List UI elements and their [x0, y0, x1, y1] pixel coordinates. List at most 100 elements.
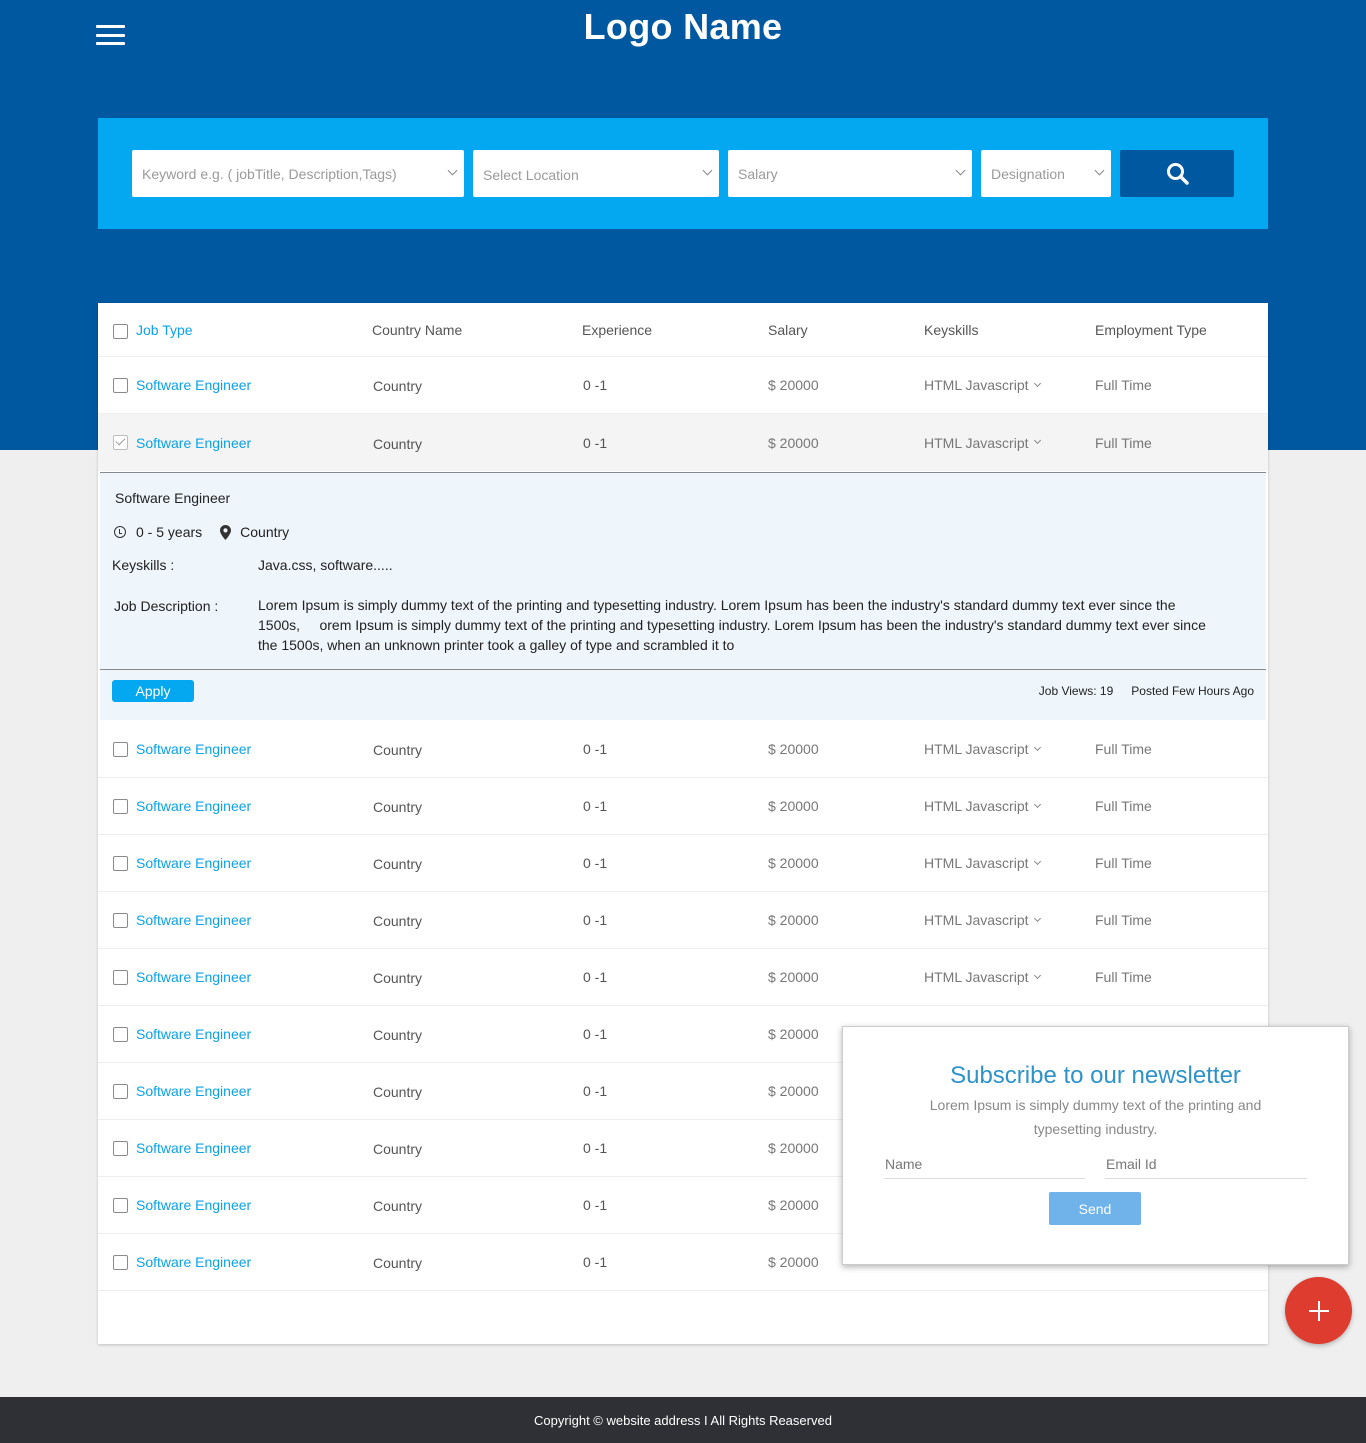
job-title-link[interactable]: Software Engineer: [136, 357, 251, 413]
apply-button[interactable]: Apply: [112, 680, 194, 702]
designation-select[interactable]: Designation: [981, 150, 1111, 197]
description-label: Job Description :: [114, 598, 219, 614]
column-header-keyskills: Keyskills: [924, 321, 979, 338]
job-title-link[interactable]: Software Engineer: [136, 1234, 251, 1290]
chevron-down-icon: [1033, 971, 1041, 979]
column-header-job-type[interactable]: Job Type: [136, 303, 193, 356]
job-country: Country: [373, 435, 423, 452]
job-title-link[interactable]: Software Engineer: [136, 1006, 251, 1062]
keyskills-text: HTML Javascript: [924, 855, 1029, 871]
keyskills-text: HTML Javascript: [924, 798, 1029, 814]
row-checkbox[interactable]: [113, 1027, 128, 1042]
row-checkbox[interactable]: [113, 378, 128, 393]
newsletter-popup: Subscribe to our newsletter Lorem Ipsum …: [842, 1026, 1349, 1265]
employment-type: Full Time: [1095, 855, 1152, 871]
job-experience: 0 -1: [583, 377, 608, 393]
table-row[interactable]: Software Engineer Country 0 -1 $ 20000 HTML …: [98, 835, 1268, 892]
keyskills-text: HTML Javascript: [924, 912, 1029, 928]
job-salary: $ 20000: [768, 434, 819, 451]
job-title-link[interactable]: Software Engineer: [136, 721, 251, 777]
job-country: Country: [373, 1255, 423, 1271]
newsletter-email-input[interactable]: [1105, 1149, 1307, 1179]
keyskills-text: HTML Javascript: [924, 434, 1029, 451]
newsletter-name-input[interactable]: [884, 1149, 1085, 1179]
job-stats: Job Views: 19 Posted Few Hours Ago: [1039, 684, 1254, 698]
table-row[interactable]: Software Engineer Country 0 -1 $ 20000 HTML …: [98, 357, 1268, 414]
keyskills-dropdown[interactable]: HTML Javascript: [924, 414, 1041, 471]
employment-type: Full Time: [1095, 377, 1152, 393]
location-select[interactable]: Select Location: [473, 150, 719, 197]
designation-select-label: Designation: [991, 165, 1065, 182]
newsletter-title: Subscribe to our newsletter: [950, 1062, 1241, 1089]
row-checkbox[interactable]: [113, 856, 128, 871]
table-row[interactable]: Software Engineer Country 0 -1 $ 20000 HTML …: [98, 414, 1268, 471]
job-experience: 0 -1: [583, 434, 608, 451]
column-header-salary: Salary: [768, 321, 808, 338]
row-checkbox[interactable]: [113, 1255, 128, 1270]
job-title-link[interactable]: Software Engineer: [136, 835, 251, 891]
job-title-link[interactable]: Software Engineer: [136, 778, 251, 834]
keyskills-dropdown[interactable]: HTML Javascript: [924, 892, 1041, 948]
job-experience: 0 -1: [583, 1083, 608, 1099]
keyskills-dropdown[interactable]: HTML Javascript: [924, 357, 1041, 413]
job-title-link[interactable]: Software Engineer: [136, 1063, 251, 1119]
chevron-down-icon: [447, 165, 458, 176]
detail-experience: 0 - 5 years: [136, 524, 203, 540]
keyskills-text: HTML Javascript: [924, 969, 1029, 985]
chevron-down-icon: [1094, 165, 1105, 176]
row-checkbox[interactable]: [113, 742, 128, 757]
row-checkbox[interactable]: [113, 913, 128, 928]
detail-footer: Apply Job Views: 19 Posted Few Hours Ago: [100, 669, 1266, 721]
keyskills-dropdown[interactable]: HTML Javascript: [924, 778, 1041, 834]
search-bar: Keyword e.g. ( jobTitle, Description,Tag…: [98, 118, 1268, 229]
logo: Logo Name: [583, 6, 783, 47]
job-title-link[interactable]: Software Engineer: [136, 1177, 251, 1233]
job-experience: 0 -1: [583, 855, 608, 871]
row-checkbox[interactable]: [113, 1198, 128, 1213]
job-country: Country: [373, 1084, 423, 1100]
select-all-checkbox[interactable]: [113, 324, 128, 339]
table-row[interactable]: Software Engineer Country 0 -1 $ 20000 HTML …: [98, 892, 1268, 949]
keyword-select[interactable]: Keyword e.g. ( jobTitle, Description,Tag…: [132, 150, 464, 197]
row-checkbox[interactable]: [113, 799, 128, 814]
row-checkbox[interactable]: [113, 1084, 128, 1099]
job-salary: $ 20000: [768, 741, 819, 757]
detail-location: Country: [240, 524, 290, 540]
send-button[interactable]: Send: [1049, 1192, 1141, 1225]
job-country: Country: [373, 1141, 423, 1157]
keyskills-dropdown[interactable]: HTML Javascript: [924, 721, 1041, 777]
row-checkbox[interactable]: [113, 435, 128, 450]
chevron-down-icon: [1033, 379, 1041, 387]
row-checkbox[interactable]: [113, 970, 128, 985]
chevron-down-icon: [702, 165, 713, 176]
keyskills-dropdown[interactable]: HTML Javascript: [924, 949, 1041, 1005]
search-icon: [1167, 163, 1189, 185]
plus-icon[interactable]: [1285, 1277, 1352, 1344]
column-header-experience: Experience: [582, 321, 653, 338]
job-salary: $ 20000: [768, 855, 819, 871]
keyskills-dropdown[interactable]: HTML Javascript: [924, 835, 1041, 891]
job-salary: $ 20000: [768, 969, 819, 985]
keyskills-label: Keyskills :: [112, 557, 175, 573]
job-title-link[interactable]: Software Engineer: [136, 892, 251, 948]
job-salary: $ 20000: [768, 798, 819, 814]
job-title-link[interactable]: Software Engineer: [136, 1120, 251, 1176]
table-row[interactable]: Software Engineer Country 0 -1 $ 20000 HTML …: [98, 949, 1268, 1006]
job-title-link[interactable]: Software Engineer: [136, 949, 251, 1005]
chevron-down-icon: [955, 165, 966, 176]
job-salary: $ 20000: [768, 1026, 819, 1042]
job-experience: 0 -1: [583, 912, 608, 928]
job-salary: $ 20000: [768, 377, 819, 393]
detail-title: Software Engineer: [115, 490, 231, 506]
search-button[interactable]: [1120, 150, 1234, 197]
table-row[interactable]: Software Engineer Country 0 -1 $ 20000 HTML …: [98, 721, 1268, 778]
table-row[interactable]: Software Engineer Country 0 -1 $ 20000 HTML …: [98, 778, 1268, 835]
row-checkbox[interactable]: [113, 1141, 128, 1156]
chevron-down-icon: [1033, 800, 1041, 808]
salary-select[interactable]: Salary: [728, 150, 972, 197]
posted-time: Posted Few Hours Ago: [1131, 684, 1254, 698]
job-country: Country: [373, 742, 423, 758]
employment-type: Full Time: [1095, 969, 1152, 985]
job-title-link[interactable]: Software Engineer: [136, 414, 251, 471]
job-country: Country: [373, 1027, 423, 1043]
